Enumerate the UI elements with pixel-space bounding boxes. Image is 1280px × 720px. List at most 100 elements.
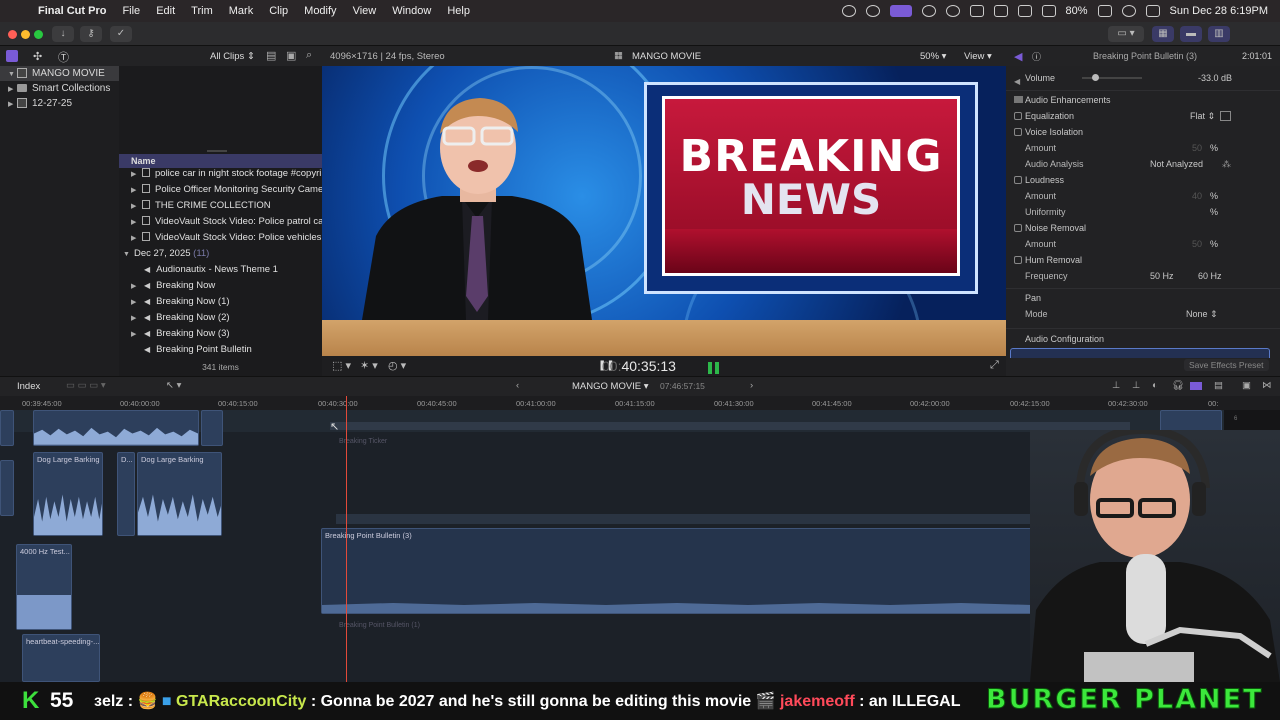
eq-graph-icon[interactable] — [1220, 111, 1231, 121]
headphones-icon[interactable]: 🎧︎ — [1172, 380, 1184, 391]
timeline-ruler[interactable]: 00:39:45:00 00:40:00:00 00:40:15:00 00:4… — [0, 396, 1280, 410]
solo-icon[interactable]: ◐ — [1152, 380, 1158, 391]
disclosure-open-icon[interactable]: ▼ — [8, 67, 17, 82]
transitions-browser-icon[interactable]: ⋈ — [1262, 380, 1272, 391]
noise-removal-checkbox[interactable] — [1014, 224, 1022, 232]
audio-clip-dog-2[interactable]: Dog Large Barking — [137, 452, 222, 536]
timeline-clip[interactable] — [33, 410, 199, 446]
menubar-clock[interactable]: Sun Dec 28 6:19PM — [1170, 5, 1268, 17]
frequency-60hz-radio[interactable]: 60 Hz — [1198, 268, 1222, 284]
menu-view[interactable]: View — [345, 5, 385, 17]
transform-tool-icon[interactable]: ⬚ ▾ — [332, 359, 351, 372]
loudness-checkbox[interactable] — [1014, 176, 1022, 184]
audio-clip-dog-1[interactable]: Dog Large Barking — [33, 452, 103, 536]
list-item[interactable]: ◀ Breaking Point Bulletin — [119, 342, 322, 358]
list-item[interactable]: ▶ ◀ Breaking Now (3) — [119, 326, 322, 342]
disclosure-closed-icon[interactable]: ▶ — [8, 97, 17, 112]
menu-clip[interactable]: Clip — [261, 5, 296, 17]
library-smart-collections[interactable]: ▶ Smart Collections — [0, 81, 119, 96]
equalization-dropdown[interactable]: Flat ⇕ — [1190, 108, 1215, 124]
voice-isolation-checkbox[interactable] — [1014, 128, 1022, 136]
bluetooth-icon[interactable] — [1017, 5, 1032, 17]
zoom-window-button[interactable] — [34, 30, 43, 39]
audio-clip-4000hz[interactable]: 4000 Hz Test... — [16, 544, 72, 630]
timecode-display[interactable]: 00:40:35:13 — [602, 358, 676, 374]
screen-record-icon[interactable] — [889, 5, 912, 17]
snapping-icon[interactable] — [1190, 382, 1202, 390]
list-item[interactable]: ▶ Police Officer Monitoring Security Came… — [119, 182, 322, 198]
pan-mode-dropdown[interactable]: None ⇕ — [1186, 306, 1218, 322]
display-icon[interactable] — [993, 5, 1008, 17]
list-item[interactable]: ▶ ◀ Breaking Now — [119, 278, 322, 294]
audio-configuration-row[interactable]: Audio Configuration — [1006, 331, 1280, 347]
hum-removal-checkbox[interactable] — [1014, 256, 1022, 264]
clip-appearance-icon[interactable]: ▣ — [286, 49, 296, 62]
list-item[interactable]: ▶ VideoVault Stock Video: Police patrol c… — [119, 214, 322, 230]
menu-help[interactable]: Help — [439, 5, 478, 17]
select-tool-icon[interactable]: ↖ ▾ — [166, 380, 181, 391]
menu-edit[interactable]: Edit — [148, 5, 183, 17]
effects-browser-icon[interactable]: ▣ — [1242, 380, 1251, 391]
audio-clip-heartbeat[interactable]: heartbeat-speeding-... — [22, 634, 100, 682]
import-icon[interactable]: ↓ — [52, 26, 74, 42]
filmstrip-view-icon[interactable]: ▤ — [266, 49, 276, 62]
history-forward-icon[interactable]: › — [750, 380, 753, 391]
audio-inspector-icon[interactable]: ◀ — [1014, 50, 1022, 63]
audio-skimming-icon[interactable]: ⊥ — [1132, 380, 1140, 391]
playhead[interactable] — [346, 396, 347, 682]
frequency-50hz-radio[interactable]: 50 Hz — [1150, 268, 1174, 284]
timeline-clip[interactable] — [201, 410, 223, 446]
equalization-checkbox[interactable] — [1014, 112, 1022, 120]
menu-mark[interactable]: Mark — [221, 5, 261, 17]
timeline-clip[interactable] — [1160, 410, 1222, 432]
wifi-icon[interactable] — [1041, 5, 1056, 17]
menu-window[interactable]: Window — [384, 5, 439, 17]
timeline-clip[interactable] — [0, 410, 14, 446]
timeline-clip[interactable] — [0, 460, 14, 516]
magic-wand-icon[interactable]: ⁂ — [1222, 156, 1231, 172]
audio-clip-breaking-point-bulletin-3[interactable]: Breaking Point Bulletin (3) — [321, 528, 1033, 614]
zoom-dropdown[interactable]: 50% ▾ — [920, 51, 946, 62]
library-mango-movie[interactable]: ▼ MANGO MOVIE — [0, 66, 119, 81]
inspector-toggle-icon[interactable]: ▥ — [1208, 26, 1230, 42]
keyword-icon[interactable]: ⚷ — [80, 26, 102, 42]
search-icon[interactable]: ⌕ — [306, 49, 312, 62]
close-window-button[interactable] — [8, 30, 17, 39]
audio-clip-dog-short[interactable]: D... — [117, 452, 135, 536]
clip-filter-dropdown[interactable]: All Clips ⇕ — [210, 51, 255, 62]
menu-file[interactable]: File — [114, 5, 148, 17]
list-item[interactable]: ▶ THE CRIME COLLECTION — [119, 198, 322, 214]
control-center-icon[interactable] — [1145, 5, 1160, 17]
menu-trim[interactable]: Trim — [183, 5, 221, 17]
photos-audio-icon[interactable]: ✣ — [33, 50, 42, 63]
view-dropdown[interactable]: View ▾ — [964, 51, 992, 62]
background-tasks-icon[interactable]: ✓ — [110, 26, 132, 42]
list-item[interactable]: ▶ ◀ Breaking Now (2) — [119, 310, 322, 326]
list-item[interactable]: ◀ Audionautix - News Theme 1 — [119, 262, 322, 278]
timeline-toggle-icon[interactable]: ▬ — [1180, 26, 1202, 42]
timeline-project-dropdown[interactable]: MANGO MOVIE ▾ — [572, 381, 649, 392]
menu-app-name[interactable]: Final Cut Pro — [30, 5, 114, 17]
play-status-icon[interactable] — [945, 5, 960, 17]
volume-slider-knob[interactable] — [1092, 74, 1099, 81]
event-row[interactable]: ▼ Dec 27, 2025 (11) — [119, 246, 322, 262]
clip-skimming-icon[interactable]: ⊥ — [1112, 380, 1120, 391]
libraries-icon[interactable] — [6, 50, 18, 62]
pan-row[interactable]: Pan — [1006, 290, 1280, 306]
volume-value[interactable]: -33.0 dB — [1198, 70, 1232, 86]
titles-generators-icon[interactable]: Ⓣ — [58, 49, 69, 65]
spotlight-search-icon[interactable] — [1121, 5, 1136, 17]
menu-modify[interactable]: Modify — [296, 5, 344, 17]
info-inspector-icon[interactable]: ⓘ — [1032, 50, 1041, 63]
speed-tool-icon[interactable]: ◴ ▾ — [388, 359, 406, 372]
clip-appearance-icon[interactable]: ▤ — [1214, 380, 1223, 391]
history-back-icon[interactable]: ‹ — [516, 380, 519, 391]
status-app-icon[interactable] — [865, 5, 880, 17]
fullscreen-icon[interactable]: ⤢ — [990, 359, 999, 372]
share-menu-icon[interactable]: ▭ ▾ — [1108, 26, 1144, 42]
volume-icon[interactable] — [969, 5, 984, 17]
audio-enhancements-row[interactable]: Audio Enhancements — [1006, 92, 1280, 108]
save-effects-preset-button[interactable]: Save Effects Preset — [1184, 359, 1269, 371]
status-globe-icon[interactable] — [921, 5, 936, 17]
enhance-tool-icon[interactable]: ✶ ▾ — [360, 359, 378, 372]
